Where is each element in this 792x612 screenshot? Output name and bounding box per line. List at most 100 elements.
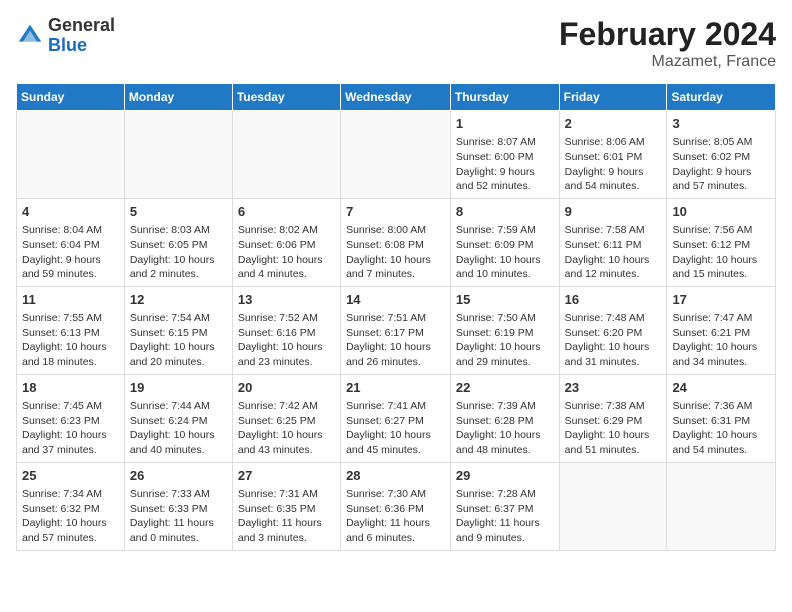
day-info: Sunrise: 8:02 AM Sunset: 6:06 PM Dayligh… bbox=[238, 223, 335, 282]
day-cell: 24 Sunrise: 7:36 AM Sunset: 6:31 PM Dayli… bbox=[667, 374, 776, 462]
day-number: 21 bbox=[346, 379, 445, 397]
day-cell: 15Sunrise: 7:50 AM Sunset: 6:19 PM Dayli… bbox=[450, 286, 559, 374]
day-number: 11 bbox=[22, 291, 119, 309]
day-number: 4 bbox=[22, 203, 119, 221]
week-row-2: 4 Sunrise: 8:04 AM Sunset: 6:04 PM Daylig… bbox=[17, 198, 776, 286]
day-number: 7 bbox=[346, 203, 445, 221]
day-cell: 21 Sunrise: 7:41 AM Sunset: 6:27 PM Dayli… bbox=[341, 374, 451, 462]
day-info: Sunrise: 7:52 AM Sunset: 6:16 PM Dayligh… bbox=[238, 311, 335, 370]
day-info: Sunrise: 7:55 AM Sunset: 6:13 PM Dayligh… bbox=[22, 311, 119, 370]
col-header-friday: Friday bbox=[559, 84, 667, 111]
day-cell: 3 Sunrise: 8:05 AM Sunset: 6:02 PM Daylig… bbox=[667, 111, 776, 199]
day-number: 17 bbox=[672, 291, 770, 309]
logo-text: General Blue bbox=[48, 16, 115, 56]
day-number: 6 bbox=[238, 203, 335, 221]
day-info: Sunrise: 7:58 AM Sunset: 6:11 PM Dayligh… bbox=[565, 223, 662, 282]
day-cell: 8 Sunrise: 7:59 AM Sunset: 6:09 PM Daylig… bbox=[450, 198, 559, 286]
day-cell: 11 Sunrise: 7:55 AM Sunset: 6:13 PM Dayli… bbox=[17, 286, 125, 374]
col-header-wednesday: Wednesday bbox=[341, 84, 451, 111]
day-info: Sunrise: 7:51 AM Sunset: 6:17 PM Dayligh… bbox=[346, 311, 445, 370]
day-info: Sunrise: 7:44 AM Sunset: 6:24 PM Dayligh… bbox=[130, 399, 227, 458]
day-number: 20 bbox=[238, 379, 335, 397]
day-cell: 17 Sunrise: 7:47 AM Sunset: 6:21 PM Dayli… bbox=[667, 286, 776, 374]
day-cell: 23 Sunrise: 7:38 AM Sunset: 6:29 PM Dayli… bbox=[559, 374, 667, 462]
day-number: 26 bbox=[130, 467, 227, 485]
day-number: 23 bbox=[565, 379, 662, 397]
day-info: Sunrise: 8:06 AM Sunset: 6:01 PM Dayligh… bbox=[565, 135, 662, 194]
day-number: 14 bbox=[346, 291, 445, 309]
day-cell: 25Sunrise: 7:34 AM Sunset: 6:32 PM Dayli… bbox=[17, 462, 125, 550]
calendar-table: SundayMondayTuesdayWednesdayThursdayFrid… bbox=[16, 83, 776, 551]
logo: General Blue bbox=[16, 16, 115, 56]
day-info: Sunrise: 7:31 AM Sunset: 6:35 PM Dayligh… bbox=[238, 487, 335, 546]
day-number: 13 bbox=[238, 291, 335, 309]
week-row-4: 18Sunrise: 7:45 AM Sunset: 6:23 PM Dayli… bbox=[17, 374, 776, 462]
calendar-header-row: SundayMondayTuesdayWednesdayThursdayFrid… bbox=[17, 84, 776, 111]
day-cell: 14 Sunrise: 7:51 AM Sunset: 6:17 PM Dayli… bbox=[341, 286, 451, 374]
day-cell: 13 Sunrise: 7:52 AM Sunset: 6:16 PM Dayli… bbox=[232, 286, 340, 374]
day-info: Sunrise: 8:07 AM Sunset: 6:00 PM Dayligh… bbox=[456, 135, 554, 194]
day-cell: 4 Sunrise: 8:04 AM Sunset: 6:04 PM Daylig… bbox=[17, 198, 125, 286]
day-cell: 9 Sunrise: 7:58 AM Sunset: 6:11 PM Daylig… bbox=[559, 198, 667, 286]
day-number: 18 bbox=[22, 379, 119, 397]
day-number: 24 bbox=[672, 379, 770, 397]
day-cell bbox=[559, 462, 667, 550]
week-row-1: 1 Sunrise: 8:07 AM Sunset: 6:00 PM Daylig… bbox=[17, 111, 776, 199]
day-cell: 12Sunrise: 7:54 AM Sunset: 6:15 PM Dayli… bbox=[124, 286, 232, 374]
week-row-5: 25Sunrise: 7:34 AM Sunset: 6:32 PM Dayli… bbox=[17, 462, 776, 550]
day-info: Sunrise: 7:36 AM Sunset: 6:31 PM Dayligh… bbox=[672, 399, 770, 458]
day-cell: 29 Sunrise: 7:28 AM Sunset: 6:37 PM Dayli… bbox=[450, 462, 559, 550]
day-number: 5 bbox=[130, 203, 227, 221]
day-info: Sunrise: 8:03 AM Sunset: 6:05 PM Dayligh… bbox=[130, 223, 227, 282]
title-block: February 2024 Mazamet, France bbox=[559, 16, 776, 71]
day-cell: 1 Sunrise: 8:07 AM Sunset: 6:00 PM Daylig… bbox=[450, 111, 559, 199]
col-header-tuesday: Tuesday bbox=[232, 84, 340, 111]
day-info: Sunrise: 7:47 AM Sunset: 6:21 PM Dayligh… bbox=[672, 311, 770, 370]
day-number: 16 bbox=[565, 291, 662, 309]
col-header-saturday: Saturday bbox=[667, 84, 776, 111]
day-number: 28 bbox=[346, 467, 445, 485]
day-cell bbox=[124, 111, 232, 199]
day-number: 29 bbox=[456, 467, 554, 485]
day-number: 2 bbox=[565, 115, 662, 133]
day-cell: 2 Sunrise: 8:06 AM Sunset: 6:01 PM Daylig… bbox=[559, 111, 667, 199]
day-number: 8 bbox=[456, 203, 554, 221]
day-cell: 16Sunrise: 7:48 AM Sunset: 6:20 PM Dayli… bbox=[559, 286, 667, 374]
col-header-thursday: Thursday bbox=[450, 84, 559, 111]
day-cell: 26Sunrise: 7:33 AM Sunset: 6:33 PM Dayli… bbox=[124, 462, 232, 550]
day-cell: 28 Sunrise: 7:30 AM Sunset: 6:36 PM Dayli… bbox=[341, 462, 451, 550]
page-title: February 2024 bbox=[559, 16, 776, 53]
day-number: 1 bbox=[456, 115, 554, 133]
day-cell bbox=[232, 111, 340, 199]
day-info: Sunrise: 7:41 AM Sunset: 6:27 PM Dayligh… bbox=[346, 399, 445, 458]
day-cell: 18Sunrise: 7:45 AM Sunset: 6:23 PM Dayli… bbox=[17, 374, 125, 462]
day-info: Sunrise: 8:00 AM Sunset: 6:08 PM Dayligh… bbox=[346, 223, 445, 282]
day-info: Sunrise: 7:30 AM Sunset: 6:36 PM Dayligh… bbox=[346, 487, 445, 546]
day-number: 10 bbox=[672, 203, 770, 221]
day-cell: 6 Sunrise: 8:02 AM Sunset: 6:06 PM Daylig… bbox=[232, 198, 340, 286]
day-cell: 5 Sunrise: 8:03 AM Sunset: 6:05 PM Daylig… bbox=[124, 198, 232, 286]
page-subtitle: Mazamet, France bbox=[559, 53, 776, 71]
day-number: 15 bbox=[456, 291, 554, 309]
day-cell bbox=[341, 111, 451, 199]
day-info: Sunrise: 7:59 AM Sunset: 6:09 PM Dayligh… bbox=[456, 223, 554, 282]
day-number: 25 bbox=[22, 467, 119, 485]
day-info: Sunrise: 7:28 AM Sunset: 6:37 PM Dayligh… bbox=[456, 487, 554, 546]
day-info: Sunrise: 8:05 AM Sunset: 6:02 PM Dayligh… bbox=[672, 135, 770, 194]
day-cell: 10Sunrise: 7:56 AM Sunset: 6:12 PM Dayli… bbox=[667, 198, 776, 286]
day-info: Sunrise: 7:38 AM Sunset: 6:29 PM Dayligh… bbox=[565, 399, 662, 458]
day-number: 19 bbox=[130, 379, 227, 397]
day-info: Sunrise: 7:42 AM Sunset: 6:25 PM Dayligh… bbox=[238, 399, 335, 458]
day-cell bbox=[667, 462, 776, 550]
day-cell bbox=[17, 111, 125, 199]
day-number: 3 bbox=[672, 115, 770, 133]
day-number: 22 bbox=[456, 379, 554, 397]
col-header-sunday: Sunday bbox=[17, 84, 125, 111]
logo-icon bbox=[16, 22, 44, 50]
page-header: General Blue February 2024 Mazamet, Fran… bbox=[16, 16, 776, 71]
day-cell: 20 Sunrise: 7:42 AM Sunset: 6:25 PM Dayli… bbox=[232, 374, 340, 462]
col-header-monday: Monday bbox=[124, 84, 232, 111]
day-cell: 27Sunrise: 7:31 AM Sunset: 6:35 PM Dayli… bbox=[232, 462, 340, 550]
day-number: 9 bbox=[565, 203, 662, 221]
day-info: Sunrise: 8:04 AM Sunset: 6:04 PM Dayligh… bbox=[22, 223, 119, 282]
